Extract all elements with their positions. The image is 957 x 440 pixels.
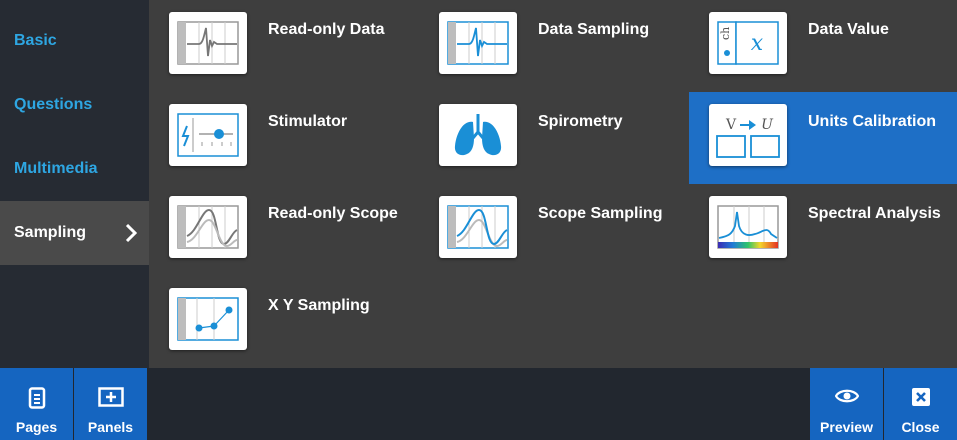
panel-read-only-scope[interactable]: Read-only Scope <box>149 184 419 276</box>
panel-read-only-data[interactable]: Read-only Data <box>149 0 419 92</box>
data-value-unit: ch <box>719 27 732 40</box>
category-basic[interactable]: Basic <box>0 9 149 73</box>
panel-label: Read-only Data <box>268 21 385 38</box>
pages-label: Pages <box>15 419 58 435</box>
panel-label: Stimulator <box>268 113 348 130</box>
panel-label: Units Calibration <box>808 113 937 130</box>
panel-spectral-analysis[interactable]: Spectral Analysis <box>689 184 957 276</box>
panel-label: Spirometry <box>538 113 623 130</box>
data-value-icon: ch x <box>709 12 787 74</box>
panel-label: Data Value <box>808 21 889 38</box>
panel-spirometry[interactable]: Spirometry <box>419 92 689 184</box>
panels-label: Panels <box>87 419 134 435</box>
units-calibration-icon: V U <box>709 104 787 166</box>
panels-button[interactable]: Panels <box>74 368 147 440</box>
lungs-icon <box>439 104 517 166</box>
panel-data-value[interactable]: ch x Data Value <box>689 0 957 92</box>
read-only-scope-icon <box>169 196 247 258</box>
pages-button[interactable]: Pages <box>0 368 73 440</box>
preview-label: Preview <box>820 419 873 435</box>
close-label: Close <box>901 419 940 435</box>
add-panel-icon <box>97 387 124 407</box>
category-label: Multimedia <box>14 160 98 177</box>
panel-label: Spectral Analysis <box>808 205 941 222</box>
bottom-toolbar: Pages Panels Preview Close <box>0 368 957 440</box>
data-sampling-icon <box>439 12 517 74</box>
panel-data-sampling[interactable]: Data Sampling <box>419 0 689 92</box>
panel-label: Scope Sampling <box>538 205 663 222</box>
category-label: Sampling <box>14 224 87 241</box>
panel-label: Data Sampling <box>538 21 650 38</box>
close-icon <box>911 388 930 406</box>
panel-label: Read-only Scope <box>268 205 398 222</box>
data-value-symbol: x <box>751 31 764 56</box>
panel-xy-sampling[interactable]: X Y Sampling <box>149 276 419 368</box>
calib-from-unit: V <box>725 117 737 133</box>
category-questions[interactable]: Questions <box>0 73 149 137</box>
spectral-analysis-icon <box>709 196 787 258</box>
category-sampling[interactable]: Sampling <box>0 201 149 265</box>
pages-icon <box>28 387 45 409</box>
chevron-right-icon <box>125 223 137 243</box>
panel-label: X Y Sampling <box>268 297 370 314</box>
read-only-data-icon <box>169 12 247 74</box>
xy-sampling-icon <box>169 288 247 350</box>
category-label: Questions <box>14 96 93 113</box>
calib-to-unit: U <box>761 117 774 133</box>
preview-button[interactable]: Preview <box>810 368 883 440</box>
panel-scope-sampling[interactable]: Scope Sampling <box>419 184 689 276</box>
category-sidebar: Basic Questions Multimedia Sampling <box>0 0 149 368</box>
panel-stimulator[interactable]: Stimulator <box>149 92 419 184</box>
eye-icon <box>834 389 859 403</box>
close-button[interactable]: Close <box>884 368 957 440</box>
stimulator-icon <box>169 104 247 166</box>
scope-sampling-icon <box>439 196 517 258</box>
category-label: Basic <box>14 32 57 49</box>
category-multimedia[interactable]: Multimedia <box>0 137 149 201</box>
panel-grid: Read-only Data Data Sampling ch x Data V… <box>149 0 957 368</box>
panel-units-calibration[interactable]: V U Units Calibration <box>689 92 957 184</box>
